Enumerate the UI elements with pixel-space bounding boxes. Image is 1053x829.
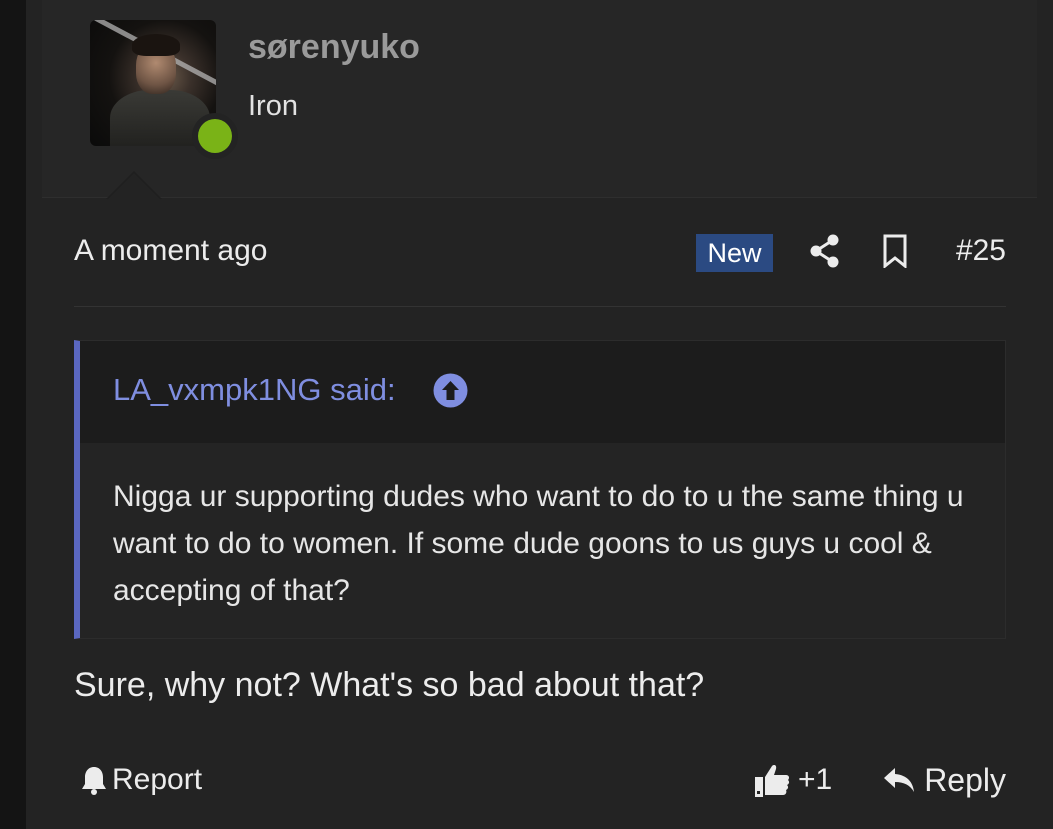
report-button[interactable]: Report	[80, 758, 202, 802]
post-footer: Report +1 Reply	[74, 758, 1006, 802]
bell-icon	[82, 767, 106, 795]
like-count: +1	[798, 763, 833, 796]
bookmark-icon[interactable]	[882, 234, 908, 268]
divider	[74, 306, 1006, 307]
quote-block: LA_vxmpk1NG said: Nigga ur supporting du…	[74, 340, 1006, 639]
username-link[interactable]: sørenyuko	[248, 28, 420, 67]
post-timestamp[interactable]: A moment ago	[74, 234, 267, 268]
reply-button[interactable]: Reply	[882, 758, 1006, 802]
user-title: Iron	[248, 90, 298, 122]
online-status-indicator	[192, 113, 238, 159]
like-button[interactable]: +1	[754, 758, 832, 802]
post-body-text: Sure, why not? What's so bad about that?	[74, 666, 705, 704]
left-rail	[0, 0, 26, 829]
share-icon[interactable]	[810, 234, 840, 268]
arrow-up-circle-icon[interactable]	[433, 373, 468, 408]
user-info-block: sørenyuko Iron	[42, 0, 1037, 198]
post-number-link[interactable]: #25	[956, 234, 1006, 268]
quote-body: Nigga ur supporting dudes who want to do…	[80, 443, 1005, 638]
report-label: Report	[112, 763, 203, 796]
thumbs-up-icon	[755, 765, 790, 797]
reply-label: Reply	[924, 761, 1006, 798]
new-badge: New	[696, 234, 773, 272]
quote-author-link[interactable]: LA_vxmpk1NG said:	[113, 372, 396, 408]
post-meta-row: A moment ago New #25	[74, 232, 1006, 272]
forum-post: sørenyuko Iron A moment ago New #25 LA_v…	[26, 0, 1053, 829]
reply-arrow-icon	[884, 768, 915, 792]
quote-text: Nigga ur supporting dudes who want to do…	[113, 480, 964, 607]
quote-header: LA_vxmpk1NG said:	[80, 341, 1005, 443]
